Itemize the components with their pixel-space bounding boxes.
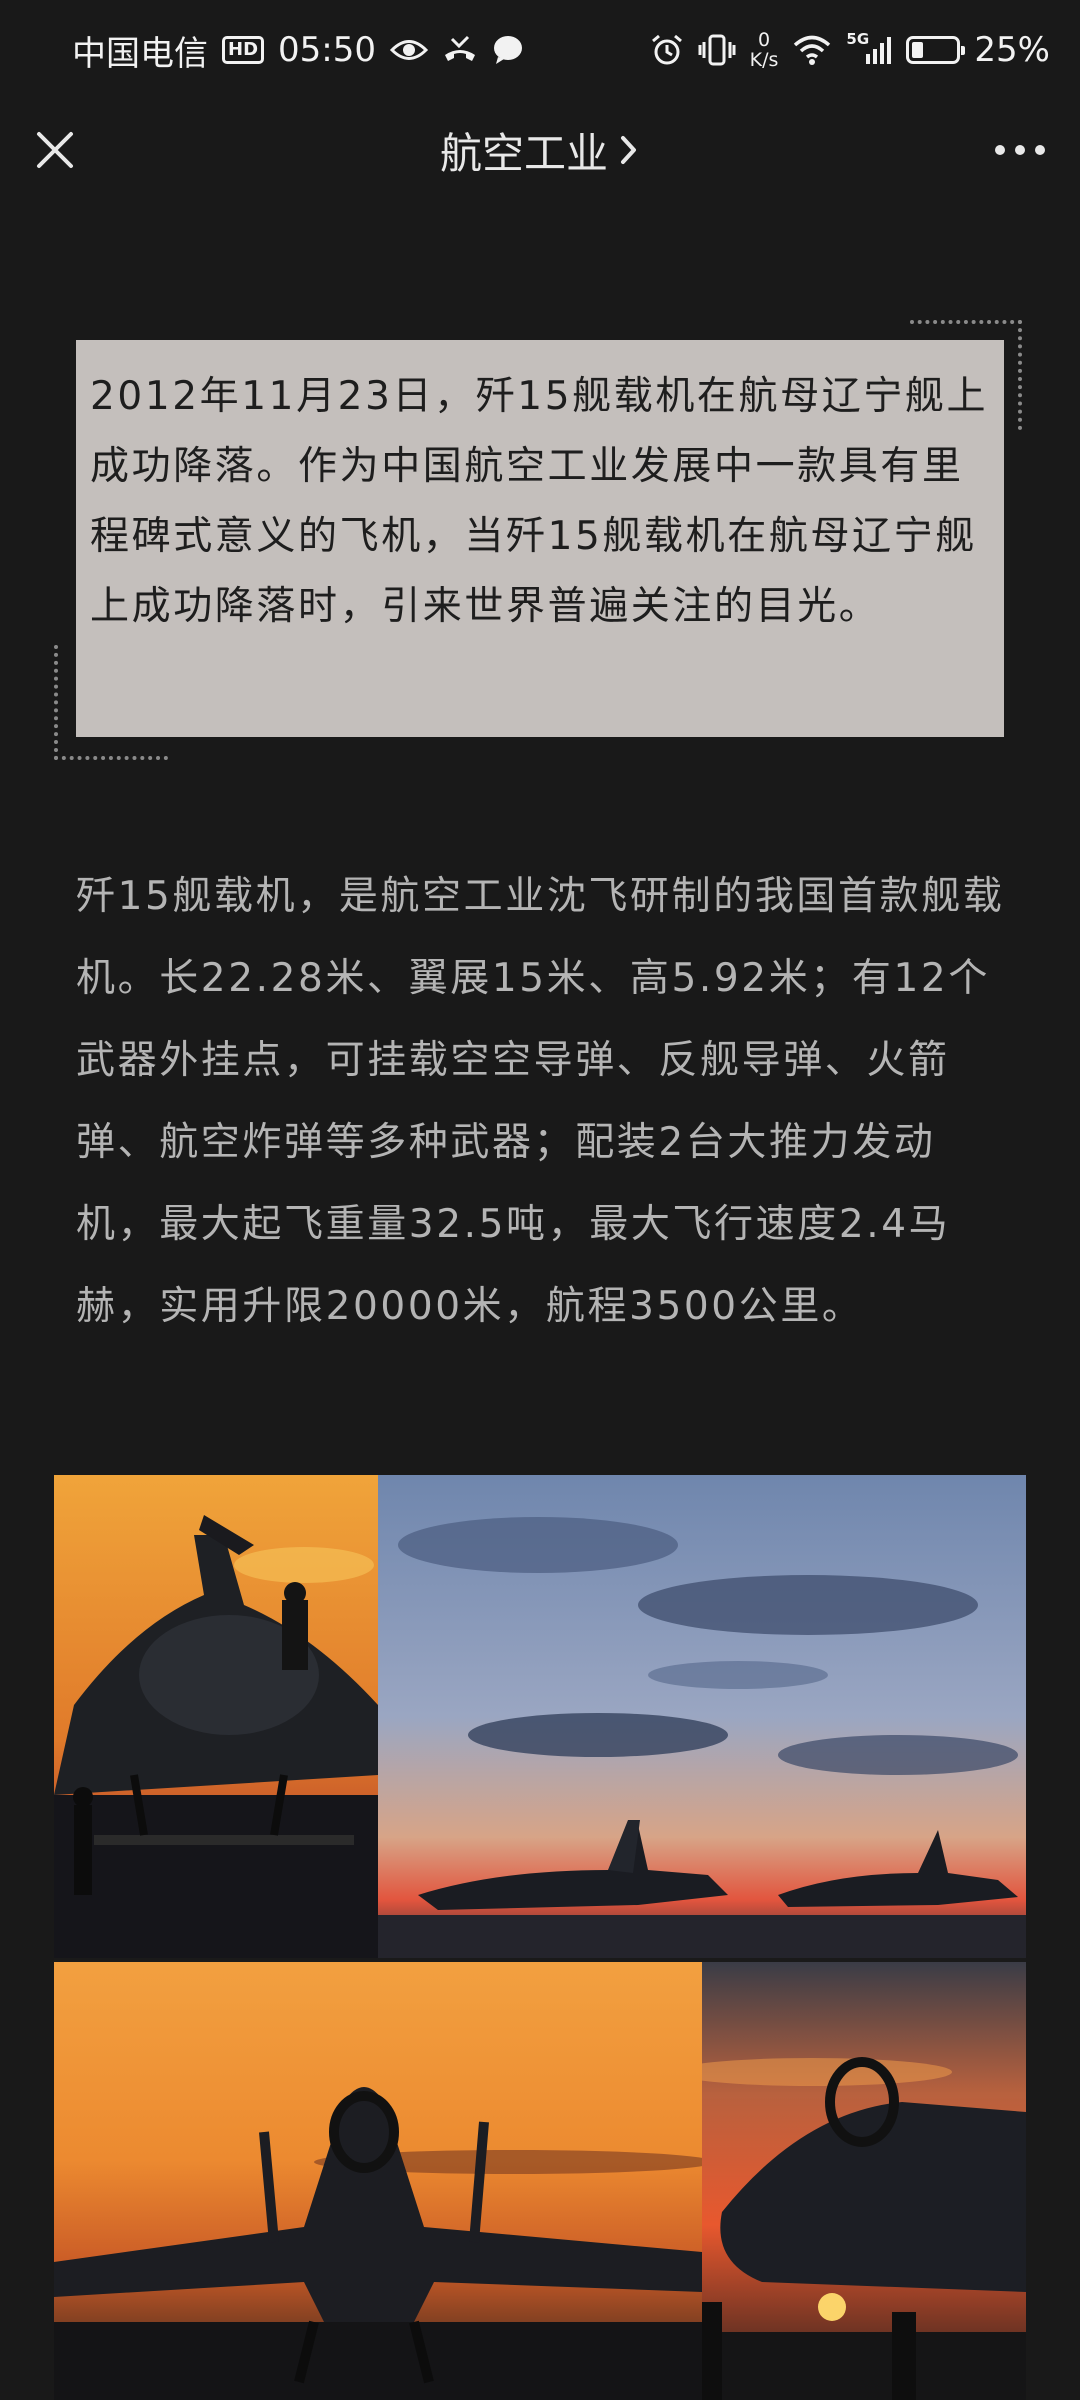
battery-percent: 25% [974,30,1050,70]
photo-collage[interactable] [54,1475,1026,2400]
photo-jets-cloudy-sunset[interactable] [378,1475,1026,1958]
more-options-button[interactable] [990,125,1050,175]
close-button[interactable] [30,125,80,175]
carrier-label: 中国电信 [72,33,208,74]
wifi-icon [792,34,832,66]
nav-bar: 航空工业 [0,100,1080,200]
status-left: 中国电信 HD 05:50 [72,26,524,75]
eye-icon [390,37,428,63]
clock: 05:50 [278,30,376,70]
vibrate-icon [698,33,736,67]
missed-call-icon [442,35,478,65]
quote-text: 2012年11月23日，歼15舰载机在航母辽宁舰上成功降落。作为中国航空工业发展… [90,374,989,629]
battery-level-fill [912,42,924,58]
alarm-icon [650,33,684,67]
network-speed: 0 K/s [750,30,779,70]
page-title: 航空工业 [439,128,608,178]
article-paragraph: 歼15舰载机，是航空工业沈飞研制的我国首款舰载机。长22.28米、翼展15米、高… [76,874,1005,1329]
message-bubble-icon [492,35,524,65]
status-right: 0 K/s 5G 25% [650,30,1050,70]
network-speed-value: 0 [757,29,771,51]
status-bar: 中国电信 HD 05:50 0 K/s 5G 25% [0,0,1080,100]
close-icon [37,132,73,168]
battery-icon [906,36,966,64]
chevron-right-icon [621,136,636,164]
account-title-link[interactable]: 航空工业 [440,120,640,181]
cellular-signal-icon: 5G [846,30,892,66]
hd-badge: HD [222,36,265,64]
signal-type-label: 5G [846,30,870,48]
more-dots-icon [995,145,1045,155]
photo-jet-front-sunset[interactable] [54,1962,702,2400]
network-speed-unit: K/s [749,49,779,71]
quote-box: 2012年11月23日，歼15舰载机在航母辽宁舰上成功降落。作为中国航空工业发展… [76,340,1004,737]
photo-jet-with-crew[interactable] [54,1475,378,1958]
photo-jet-nose-setting-sun[interactable] [702,1962,1026,2400]
